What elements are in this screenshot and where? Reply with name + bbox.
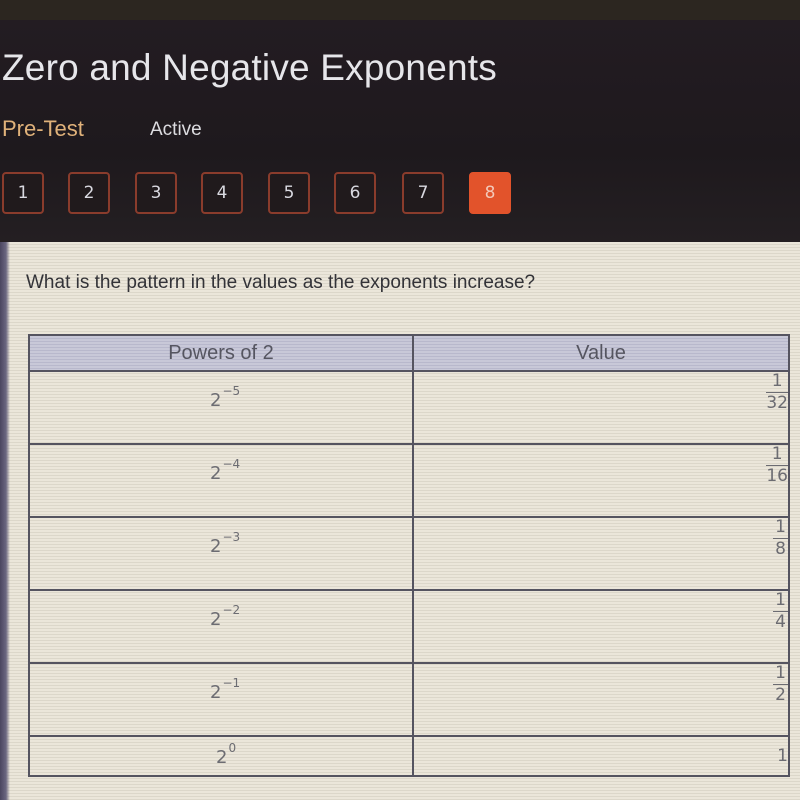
value-cell: 1 32 <box>412 370 790 445</box>
question-button-4[interactable]: 4 <box>201 172 243 214</box>
question-button-5[interactable]: 5 <box>268 172 310 214</box>
table-header-row: Powers of 2 Value <box>28 334 790 372</box>
table-row: 2−4 1 16 <box>28 443 790 518</box>
power-base: 2 <box>216 747 228 768</box>
power-exponent: −4 <box>222 457 241 471</box>
panel-edge-shadow <box>0 242 10 800</box>
powers-of-2-table: Powers of 2 Value 2−5 1 32 2−4 1 16 2−3 18… <box>28 334 790 777</box>
fraction-denominator: 32 <box>766 393 788 413</box>
value-cell: 18 <box>412 516 790 591</box>
power-cell: 2−3 <box>28 516 414 591</box>
power-base: 2 <box>210 682 222 703</box>
page-title: Zero and Negative Exponents <box>2 47 497 88</box>
value-cell: 1 <box>412 735 790 777</box>
status-label: Active <box>150 119 202 140</box>
table-row: 2−3 18 <box>28 516 790 591</box>
fraction-value: 18 <box>773 518 788 559</box>
power-exponent: −5 <box>222 384 241 398</box>
fraction-value: 12 <box>773 664 788 705</box>
table-row: 2−2 14 <box>28 589 790 664</box>
fraction-numerator: 1 <box>771 371 783 391</box>
table-row: 2−5 1 32 <box>28 370 790 445</box>
table-row: 2−1 12 <box>28 662 790 737</box>
power-base: 2 <box>210 390 222 411</box>
power-cell: 2−1 <box>28 662 414 737</box>
fraction-denominator: 4 <box>775 612 786 632</box>
power-base: 2 <box>210 536 222 557</box>
fraction-value: 1 32 <box>766 372 788 413</box>
fraction-value: 1 16 <box>766 445 788 486</box>
question-button-1[interactable]: 1 <box>2 172 44 214</box>
power-cell: 2−4 <box>28 443 414 518</box>
question-prompt: What is the pattern in the values as the… <box>26 272 536 293</box>
fraction-numerator: 1 <box>771 444 783 464</box>
fraction-denominator: 8 <box>775 539 786 559</box>
table-row: 20 1 <box>28 735 790 777</box>
fraction-numerator: 1 <box>775 517 786 537</box>
question-button-7[interactable]: 7 <box>402 172 444 214</box>
whole-value: 1 <box>777 746 788 766</box>
top-bezel <box>0 0 800 20</box>
fraction-denominator: 16 <box>766 466 788 486</box>
value-cell: 1 16 <box>412 443 790 518</box>
section-label: Pre-Test <box>2 116 84 141</box>
power-cell: 2−2 <box>28 589 414 664</box>
power-exponent: 0 <box>228 741 237 755</box>
fraction-numerator: 1 <box>775 663 786 683</box>
question-button-2[interactable]: 2 <box>68 172 110 214</box>
power-base: 2 <box>210 463 222 484</box>
value-cell: 14 <box>412 589 790 664</box>
power-exponent: −1 <box>222 676 241 690</box>
column-header-value: Value <box>412 334 790 372</box>
column-header-powers: Powers of 2 <box>28 334 414 372</box>
power-cell: 2−5 <box>28 370 414 445</box>
fraction-denominator: 2 <box>775 685 786 705</box>
fraction-value: 14 <box>773 591 788 632</box>
power-base: 2 <box>210 609 222 630</box>
value-cell: 12 <box>412 662 790 737</box>
power-exponent: −2 <box>222 603 241 617</box>
power-cell: 20 <box>28 735 414 777</box>
question-button-3[interactable]: 3 <box>135 172 177 214</box>
power-exponent: −3 <box>222 530 241 544</box>
question-button-6[interactable]: 6 <box>334 172 376 214</box>
fraction-numerator: 1 <box>775 590 786 610</box>
question-button-8-current[interactable]: 8 <box>469 172 511 214</box>
